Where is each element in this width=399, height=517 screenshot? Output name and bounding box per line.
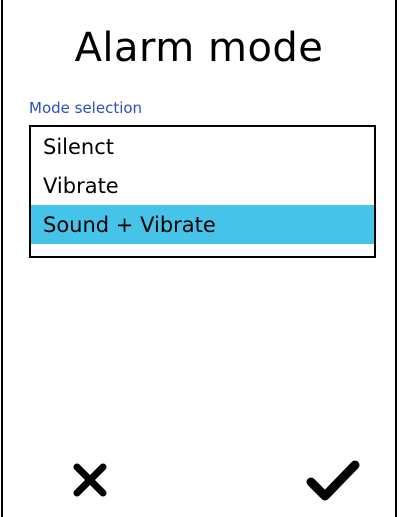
- checkmark-icon: [306, 460, 360, 501]
- mode-option-label: Vibrate: [43, 173, 119, 198]
- cancel-button[interactable]: [55, 450, 125, 510]
- mode-option-sound-vibrate[interactable]: Sound + Vibrate: [31, 205, 374, 244]
- confirm-button[interactable]: [298, 450, 368, 510]
- mode-selection-list: Silenct Vibrate Sound + Vibrate: [29, 125, 376, 258]
- mode-selection-label: Mode selection: [29, 99, 143, 117]
- close-icon: [73, 463, 107, 497]
- mode-option-label: Sound + Vibrate: [43, 212, 216, 237]
- alarm-mode-screen: Alarm mode Mode selection Silenct Vibrat…: [1, 0, 397, 517]
- page-title: Alarm mode: [74, 25, 324, 71]
- mode-option-silent[interactable]: Silenct: [31, 127, 374, 166]
- mode-option-vibrate[interactable]: Vibrate: [31, 166, 374, 205]
- mode-option-label: Silenct: [43, 134, 115, 159]
